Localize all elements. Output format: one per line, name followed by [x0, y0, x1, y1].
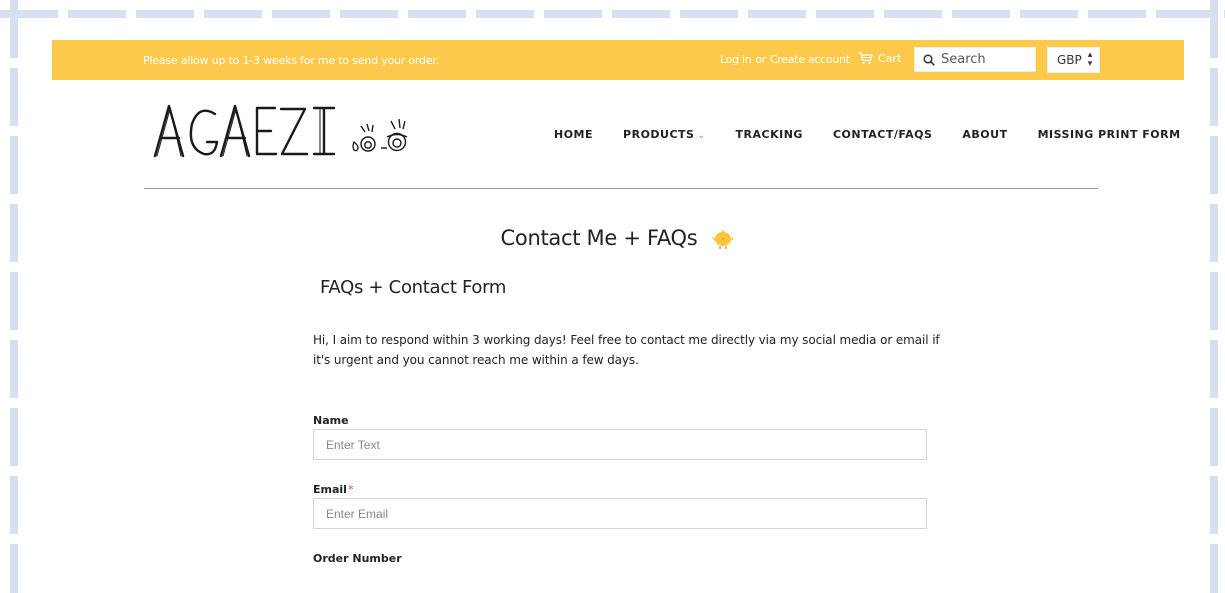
email-label-text: Email — [313, 483, 347, 496]
name-field[interactable] — [313, 429, 927, 460]
nav-contact-faqs[interactable]: CONTACT/FAQS — [833, 128, 932, 141]
cart-label: Cart — [878, 52, 902, 65]
or-text: or — [755, 53, 767, 66]
order-number-label: Order Number — [313, 552, 402, 565]
agaezi-logo[interactable] — [149, 92, 449, 167]
search-input[interactable] — [941, 52, 1031, 67]
background-frame-top — [0, 10, 1225, 18]
form-title: FAQs + Contact Form — [320, 277, 507, 298]
nav-tracking[interactable]: TRACKING — [736, 128, 803, 141]
name-label: Name — [313, 414, 349, 427]
login-link[interactable]: Log in — [720, 53, 752, 66]
currency-select[interactable]: GBP ▴ ▾ — [1047, 47, 1100, 73]
email-field[interactable] — [313, 498, 927, 529]
background-frame-left — [10, 0, 18, 593]
intro-text: Hi, I aim to respond within 3 working da… — [313, 333, 940, 367]
page-title-text: Contact Me + FAQs — [500, 226, 698, 250]
search-icon — [923, 53, 935, 66]
announcement-bar: Please allow up to 1-3 weeks for me to s… — [52, 40, 1184, 80]
background-frame-right — [1210, 0, 1218, 593]
cart-link[interactable]: Cart — [858, 52, 901, 65]
nav-home[interactable]: HOME — [554, 128, 593, 141]
search-box[interactable] — [914, 47, 1036, 72]
create-account-link[interactable]: Create account — [770, 53, 850, 66]
page: Please allow up to 1-3 weeks for me to s… — [52, 40, 1184, 593]
select-caret-icon: ▴ ▾ — [1087, 50, 1093, 69]
chick-icon — [712, 229, 735, 249]
cart-icon — [858, 52, 873, 65]
email-label: Email* — [313, 483, 353, 496]
header-divider — [144, 188, 1098, 189]
page-title: Contact Me + FAQs — [52, 226, 1184, 250]
currency-value: GBP — [1057, 53, 1082, 67]
main-nav: HOME PRODUCTS ⌄ TRACKING CONTACT/FAQS ABO… — [554, 128, 1181, 141]
nav-missing-print-form[interactable]: MISSING PRINT FORM — [1038, 128, 1181, 141]
nav-products[interactable]: PRODUCTS ⌄ — [623, 128, 706, 141]
required-marker: * — [347, 483, 354, 496]
announcement-text: Please allow up to 1-3 weeks for me to s… — [143, 54, 439, 67]
account-links: Log in or Create account — [720, 53, 850, 66]
nav-about[interactable]: ABOUT — [962, 128, 1007, 141]
nav-products-label: PRODUCTS — [623, 128, 695, 141]
chevron-down-icon: ⌄ — [697, 131, 706, 141]
